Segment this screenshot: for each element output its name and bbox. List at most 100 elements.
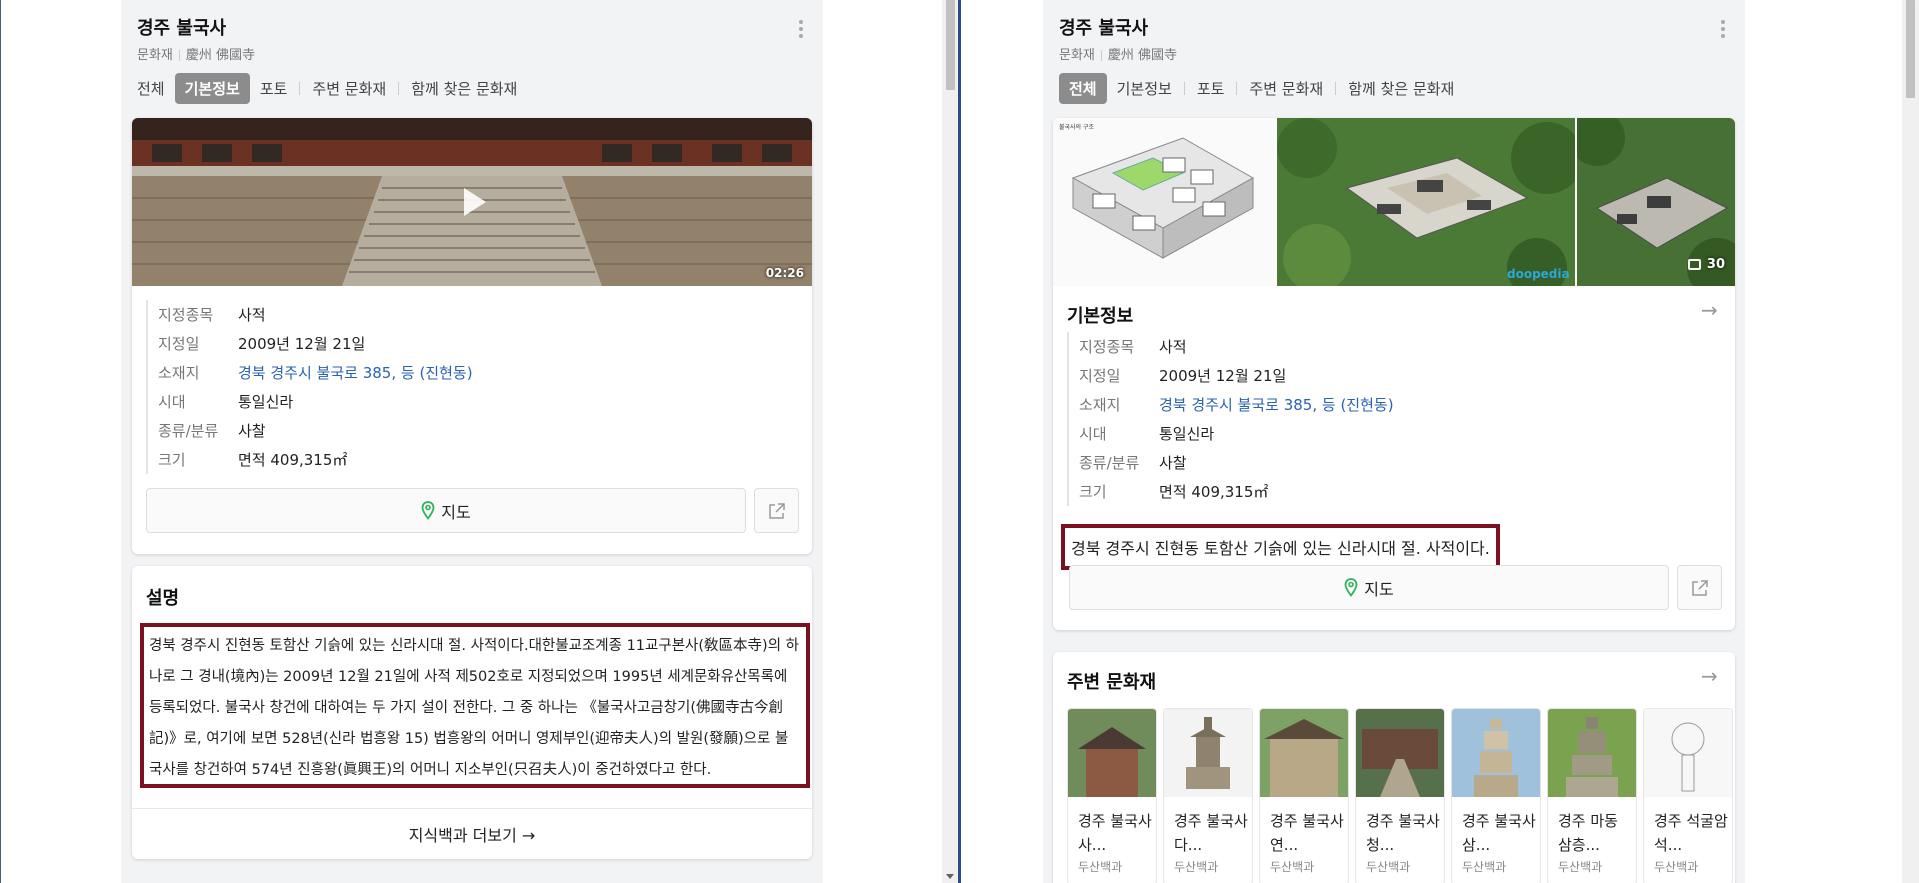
more-in-encyclopedia-link[interactable]: 지식백과 더보기 → [132,808,812,859]
left-scrollbar[interactable] [942,0,959,883]
gallery-image[interactable]: 불국사의 구조 [1053,118,1275,286]
doopedia-watermark: doopedia [1507,267,1570,281]
nearby-item-source: 두산백과 [1654,860,1699,874]
nearby-item[interactable]: 경주 마동 삼층... 두산백과 [1547,708,1637,883]
nearby-item-name: 경주 불국사 청... [1366,812,1440,854]
more-link-label: 지식백과 더보기 → [408,826,536,845]
nearby-arrow-icon[interactable]: → [1701,664,1718,688]
info-key: 시대 [1079,425,1107,443]
scroll-down-icon[interactable] [946,874,954,879]
nearby-title: 주변 문화재 [1067,672,1157,693]
info-value: 사적 [238,306,266,324]
nearby-item[interactable]: 경주 석굴암 석... 두산백과 [1643,708,1733,883]
info-row: 지정일 2009년 12월 21일 [1069,361,1394,390]
info-value: 사찰 [238,422,266,440]
nearby-thumbnail [1260,709,1348,797]
tab-related[interactable]: 함께 찾은 문화재 [1338,73,1464,104]
tab-nearby[interactable]: 주변 문화재 [302,73,396,104]
gallery-image[interactable]: doopedia [1277,118,1575,286]
map-button[interactable]: 지도 [1069,565,1669,610]
description-highlight-box: 경북 경주시 진현동 토함산 기슭에 있는 신라시대 절. 사적이다.대한불교조… [140,623,810,788]
nearby-item-source: 두산백과 [1558,860,1603,874]
share-button[interactable] [754,488,799,533]
tab-photo[interactable]: 포토 [1187,73,1235,104]
nearby-item[interactable]: 경주 불국사 다... 두산백과 [1163,708,1253,883]
basic-info-card: 02:26 지정종목 사적 지정일 2009년 12월 21일 소재지 경북 경주시 … [132,118,812,554]
info-key: 소재지 [1079,396,1121,414]
tab-related[interactable]: 함께 찾은 문화재 [401,73,527,104]
right-scrollbar[interactable] [1902,0,1919,883]
map-pin-icon [1344,578,1358,597]
play-icon[interactable] [464,188,486,216]
temple-layout-diagram: 불국사의 구조 [1053,118,1275,286]
info-list: 지정종목 사적 지정일 2009년 12월 21일 소재지 경북 경주시 불국로 38… [1067,332,1394,506]
tab-divider [1236,82,1238,95]
info-key: 지정일 [1079,367,1121,385]
nearby-thumbnail [1356,709,1444,797]
share-button[interactable] [1677,565,1722,610]
map-pin-icon [421,501,435,520]
info-row: 지정종목 사적 [1069,332,1394,361]
video-player[interactable]: 02:26 [132,118,812,286]
map-button-label: 지도 [1364,579,1394,599]
info-value: 2009년 12월 21일 [1159,367,1287,385]
info-key: 지정종목 [1079,338,1135,356]
nearby-item[interactable]: 경주 불국사 청... 두산백과 [1355,708,1445,883]
nearby-item-source: 두산백과 [1366,860,1411,874]
nearby-thumbnail [1452,709,1540,797]
tab-basic-info[interactable]: 기본정보 [1107,73,1182,104]
info-key: 크기 [1079,483,1107,501]
page-subtitle: 문화재 慶州 佛國寺 [137,44,255,63]
basic-info-arrow-icon[interactable]: → [1701,298,1718,322]
nearby-item[interactable]: 경주 불국사 사... 두산백과 [1067,708,1157,883]
info-value: 면적 409,315㎡ [1159,483,1269,501]
tab-divider [299,82,301,95]
scroll-thumb[interactable] [1906,0,1915,98]
info-value: 사적 [1159,338,1187,356]
share-icon [1691,579,1708,596]
nearby-item-name: 경주 불국사 다... [1174,812,1248,854]
basic-info-title: 기본정보 [1067,306,1134,327]
gallery-image[interactable]: 30 [1577,118,1735,286]
subtitle-type: 문화재 [137,48,173,63]
tab-all[interactable]: 전체 [127,73,175,104]
info-value: 면적 409,315㎡ [238,451,348,469]
photo-gallery: 불국사의 구조 doopedia 30 [1053,118,1735,286]
info-row: 소재지 경북 경주시 불국로 385, 등 (진현동) [1069,390,1394,419]
photo-count[interactable]: 30 [1687,257,1725,272]
tab-divider [1335,82,1337,95]
tab-basic-info[interactable]: 기본정보 [174,73,250,104]
tab-photo[interactable]: 포토 [250,73,298,104]
address-link[interactable]: 경북 경주시 불국로 385, 등 (진현동) [238,362,473,383]
subtitle-type: 문화재 [1059,48,1095,63]
nearby-item[interactable]: 경주 불국사 삼... 두산백과 [1451,708,1541,883]
nearby-item-source: 두산백과 [1174,860,1219,874]
more-options-icon[interactable] [1717,18,1729,40]
scroll-thumb[interactable] [946,0,955,90]
tab-divider [1183,82,1185,95]
info-row: 종류/분류 사찰 [148,416,473,445]
tab-bar: 전체 기본정보 포토 주변 문화재 함께 찾은 문화재 [1059,73,1464,104]
tab-all[interactable]: 전체 [1059,73,1107,104]
photo-count-value: 30 [1706,257,1725,272]
nearby-item[interactable]: 경주 불국사 연... 두산백과 [1259,708,1349,883]
tab-nearby[interactable]: 주변 문화재 [1239,73,1333,104]
info-value: 통일신라 [238,393,294,411]
info-row: 시대 통일신라 [1069,419,1394,448]
basic-info-card: 불국사의 구조 doopedia 30 기본정보 → 지정종목 사적 지정일 2… [1053,118,1735,630]
nearby-item-source: 두산백과 [1462,860,1507,874]
map-button[interactable]: 지도 [146,488,746,533]
page-title: 경주 불국사 [1059,18,1149,39]
nearby-item-name: 경주 불국사 사... [1078,812,1152,854]
nearby-thumbnail [1644,709,1732,797]
nearby-item-source: 두산백과 [1270,860,1315,874]
address-link[interactable]: 경북 경주시 불국로 385, 등 (진현동) [1159,394,1394,415]
tab-bar: 전체 기본정보 포토 주변 문화재 함께 찾은 문화재 [127,73,527,104]
info-key: 지정종목 [158,306,214,324]
nearby-thumbnail [1164,709,1252,797]
info-row: 종류/분류 사찰 [1069,448,1394,477]
temple-aerial-photo: doopedia [1277,118,1575,286]
more-options-icon[interactable] [795,18,807,40]
diagram-caption: 불국사의 구조 [1059,123,1095,131]
right-browser-pane: 경주 불국사 문화재 慶州 佛國寺 전체 기본정보 포토 주변 문화재 함께 찾은… [961,0,1919,883]
